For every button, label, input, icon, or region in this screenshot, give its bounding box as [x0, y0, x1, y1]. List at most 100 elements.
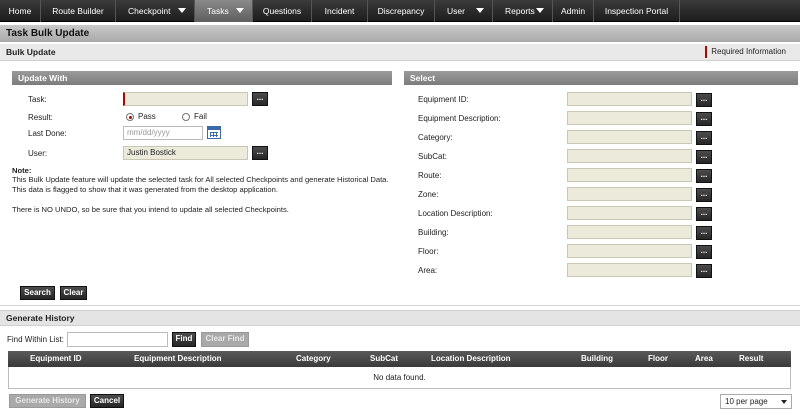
location-description-input[interactable] — [567, 206, 692, 220]
update-with-header: Update With — [12, 71, 392, 85]
col-category[interactable]: Category — [296, 354, 331, 363]
area-label: Area: — [418, 266, 438, 275]
nav-checkpoint[interactable]: Checkpoint — [116, 0, 195, 22]
subcat-lookup-button[interactable]: ... — [696, 150, 712, 164]
chevron-down-icon — [178, 8, 186, 13]
nav-label: Route Builder — [52, 6, 104, 16]
col-building[interactable]: Building — [581, 354, 613, 363]
last-done-label: Last Done: — [28, 129, 67, 138]
col-location-description[interactable]: Location Description — [431, 354, 511, 363]
task-input[interactable] — [123, 92, 248, 106]
task-lookup-button[interactable]: ... — [252, 92, 268, 106]
area-input[interactable] — [567, 263, 692, 277]
category-lookup-button[interactable]: ... — [696, 131, 712, 145]
nav-label: Incident — [324, 6, 355, 16]
section-divider — [0, 305, 800, 306]
nav-label: Inspection Portal — [604, 6, 669, 16]
col-subcat[interactable]: SubCat — [370, 354, 398, 363]
zone-lookup-button[interactable]: ... — [696, 188, 712, 202]
note-text: This Bulk Update feature will update the… — [12, 175, 389, 194]
nav-label: Home — [8, 6, 32, 16]
result-pass-radio[interactable] — [126, 113, 134, 121]
category-input[interactable] — [567, 130, 692, 144]
required-info-legend: Required Information — [705, 46, 786, 58]
find-button[interactable]: Find — [172, 332, 196, 347]
chevron-down-icon — [536, 8, 544, 13]
col-floor[interactable]: Floor — [648, 354, 668, 363]
building-lookup-button[interactable]: ... — [696, 226, 712, 240]
nav-label: Admin — [560, 6, 586, 16]
col-result[interactable]: Result — [739, 354, 763, 363]
route-lookup-button[interactable]: ... — [696, 169, 712, 183]
building-label: Building: — [418, 228, 449, 237]
nav-questions[interactable]: Questions — [253, 0, 312, 22]
floor-label: Floor: — [418, 247, 439, 256]
equipment-id-input[interactable] — [567, 92, 692, 106]
nav-label: Tasks — [207, 6, 229, 16]
result-pass-label: Pass — [138, 112, 156, 121]
find-within-list-input[interactable] — [67, 332, 168, 347]
nav-label: Checkpoint — [128, 6, 171, 16]
generate-history-header: Generate History — [0, 310, 800, 326]
search-button[interactable]: Search — [20, 286, 55, 300]
per-page-select[interactable]: 10 per page — [720, 394, 792, 409]
chevron-down-icon — [476, 8, 484, 13]
equipment-description-lookup-button[interactable]: ... — [696, 112, 712, 126]
user-label: User: — [28, 149, 48, 158]
user-lookup-button[interactable]: ... — [252, 146, 268, 160]
equipment-id-lookup-button[interactable]: ... — [696, 93, 712, 107]
col-equipment-id[interactable]: Equipment ID — [30, 354, 82, 363]
nav-tasks[interactable]: Tasks — [195, 0, 253, 22]
subcat-label: SubCat: — [418, 152, 447, 161]
location-description-label: Location Description: — [418, 209, 493, 218]
floor-lookup-button[interactable]: ... — [696, 245, 712, 259]
nav-discrepancy[interactable]: Discrepancy — [368, 0, 435, 22]
clear-find-button[interactable]: Clear Find — [201, 332, 249, 347]
top-nav: Home Route Builder Checkpoint Tasks Ques… — [0, 0, 800, 22]
nav-home[interactable]: Home — [0, 0, 41, 22]
nav-route-builder[interactable]: Route Builder — [41, 0, 116, 22]
nav-label: Questions — [262, 6, 302, 16]
zone-input[interactable] — [567, 187, 692, 201]
chevron-down-icon — [781, 400, 787, 404]
per-page-value: 10 per page — [725, 397, 768, 406]
cancel-button[interactable]: Cancel — [90, 394, 124, 408]
section-title: Bulk Update — [0, 44, 800, 61]
result-label: Result: — [28, 113, 53, 122]
nav-incident[interactable]: Incident — [312, 0, 368, 22]
user-input[interactable]: Justin Bostick — [123, 146, 248, 160]
category-label: Category: — [418, 133, 453, 142]
page-title: Task Bulk Update — [0, 25, 800, 42]
generate-history-button[interactable]: Generate History — [9, 394, 86, 408]
col-area[interactable]: Area — [695, 354, 713, 363]
history-table-empty-row: No data found. — [8, 367, 791, 389]
last-done-input[interactable]: mm/dd/yyyy — [123, 126, 203, 140]
equipment-description-label: Equipment Description: — [418, 114, 501, 123]
nav-inspection-portal[interactable]: Inspection Portal — [594, 0, 680, 22]
floor-input[interactable] — [567, 244, 692, 258]
chevron-down-icon — [236, 8, 244, 13]
route-label: Route: — [418, 171, 442, 180]
subcat-input[interactable] — [567, 149, 692, 163]
select-header: Select — [404, 71, 798, 85]
clear-button[interactable]: Clear — [60, 286, 87, 300]
zone-label: Zone: — [418, 190, 439, 199]
find-within-list-label: Find Within List: — [7, 335, 64, 344]
equipment-description-input[interactable] — [567, 111, 692, 125]
building-input[interactable] — [567, 225, 692, 239]
nav-reports[interactable]: Reports — [493, 0, 553, 22]
nav-user[interactable]: User — [435, 0, 493, 22]
location-description-lookup-button[interactable]: ... — [696, 207, 712, 221]
route-input[interactable] — [567, 168, 692, 182]
area-lookup-button[interactable]: ... — [696, 264, 712, 278]
nav-label: User — [447, 6, 465, 16]
history-table-header: Equipment ID Equipment Description Categ… — [8, 351, 791, 367]
nav-admin[interactable]: Admin — [553, 0, 594, 22]
undo-warning: There is NO UNDO, so be sure that you in… — [12, 205, 289, 214]
task-label: Task: — [28, 95, 47, 104]
calendar-icon[interactable] — [207, 126, 221, 139]
equipment-id-label: Equipment ID: — [418, 95, 469, 104]
col-equipment-description[interactable]: Equipment Description — [134, 354, 222, 363]
result-fail-radio[interactable] — [182, 113, 190, 121]
nav-label: Discrepancy — [377, 6, 425, 16]
